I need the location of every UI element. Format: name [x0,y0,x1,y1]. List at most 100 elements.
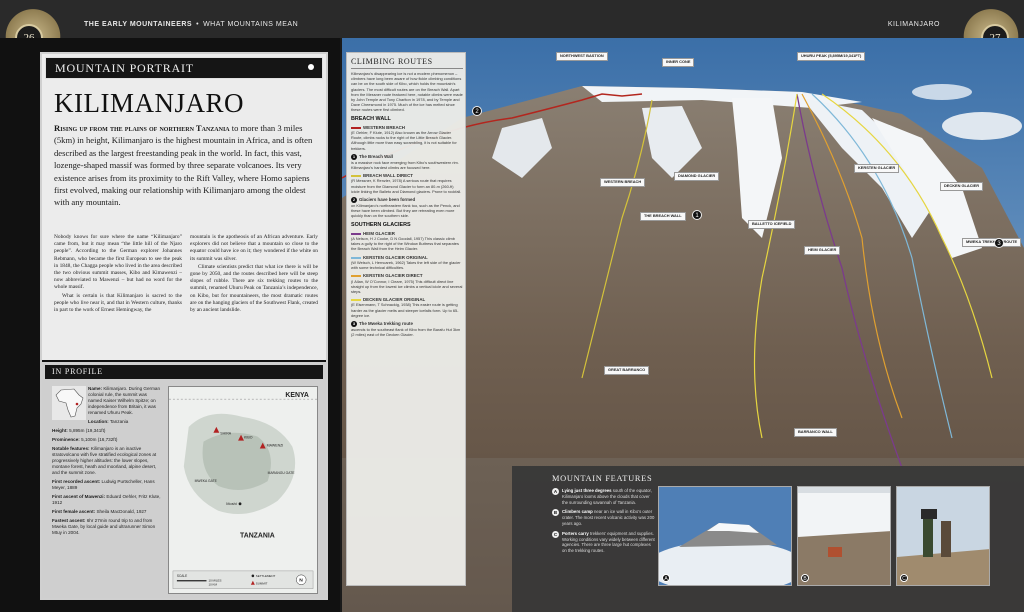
route-desc: (A Nelson, H J Cooke, D N Goodall, 1957)… [351,236,459,252]
feature-item: C Porters carry trekkers’ equipment and s… [552,530,655,554]
map-scale-label: SCALE [177,574,187,578]
routes-intro: Kilimanjaro’s disappearing ice is not a … [351,71,463,113]
map-place-label: MARANGU GATE [268,471,296,475]
profile-fact: Name: Kilimanjaro. During German colonia… [88,386,161,415]
photo-label: GREAT BARRANCO [604,366,650,375]
running-header-left: THE EARLY MOUNTAINEERS • WHAT MOUNTAINS ME… [84,21,298,28]
photo-label: BALLETTO ICEFIELD [748,220,796,229]
body-paragraph: Nobody knows for sure where the name “Ki… [54,234,182,291]
profile-fact: First ascent of Mawenzi: Eduard Oehler, … [52,494,161,505]
mountain-features-panel: MOUNTAIN FEATURES A Lying just three degr… [512,466,1024,612]
feature-letter-badge: C [900,574,908,582]
map-place-label: MAWENZI [267,444,284,448]
portrait-bar: MOUNTAIN PORTRAIT [45,57,323,79]
north-label: N [299,578,303,584]
feature-photo-a: A [658,486,792,586]
photo-label: WESTERN BREACH [600,178,646,187]
photo-label: INNER CONE [662,58,695,67]
route-color-swatch [351,298,361,301]
route-group-heading: BREACH WALL [351,115,391,122]
feature-item: A Lying just three degrees south of the e… [552,488,652,505]
feature-photo-c: C [896,486,990,586]
profile-fact: Prominence: 5,100m (16,732ft) [52,437,118,442]
route-marker-icon: 1 [692,210,702,220]
climbing-routes-title: CLIMBING ROUTES [351,57,463,69]
route-color-swatch [351,175,361,178]
route-color-swatch [351,232,361,235]
feature-letter-badge: B [801,574,809,582]
profile-fact: Height: 5,895m (19,341ft) [52,428,106,433]
climbing-routes-panel: CLIMBING ROUTES Kilimanjaro’s disappeari… [346,52,466,586]
route-color-swatch [351,126,361,129]
lead-text: to more than 3 miles (5km) in height, Ki… [54,123,313,208]
photo-label: MWEKA TREKKING ROUTE [962,238,1022,247]
location-map: KENYA TANZANIA SHIRA KIBO MAWENZI MWEKA … [168,386,318,594]
photo-label: UHURU PEAK (5,895M/19,341FT) [797,52,866,61]
body-paragraph: What is certain is that Kilimanjaro is s… [54,292,182,314]
map-place-label: SHIRA [220,432,231,436]
profile-facts: Name: Kilimanjaro. During German colonia… [52,386,162,539]
profile-fact: Location: Tanzania [88,419,129,424]
body-column-1: Nobody knows for sure where the name “Ki… [54,234,182,315]
legend-summit: SUMMIT [256,582,268,586]
route-color-swatch [351,256,361,259]
photo-label: DECKEN GLACIER [940,182,984,191]
section-title: THE EARLY MOUNTAINEERS [84,21,193,28]
subsection-title: WHAT MOUNTAINS MEAN [203,21,299,28]
legend-settlement: SETTLEMENT [256,574,276,578]
photo-label: BARRANCO WALL [794,428,837,437]
photo-label: THE BREACH WALL [640,212,686,221]
feature-photo-b: B [797,486,891,586]
route-desc: (R Messner, K Renzler, 1978) A serious r… [351,178,462,194]
map-scale-km: 10 KM [208,583,217,587]
map-place-label: MWEKA GATE [195,479,218,483]
route-desc: (E Oehler, F Klute, 1912) Also known as … [351,130,457,151]
settlement-legend-icon [251,574,255,578]
photo-label: HEIM GLACIER [804,246,841,255]
route-desc: on Kilimanjaro’s northeastern flank too,… [351,203,460,219]
article-title: KILIMANJARO [54,88,244,118]
in-profile-panel: IN PROFILE Name: Kilimanjaro. During Ger… [42,360,326,598]
in-profile-bar: IN PROFILE [45,365,323,379]
profile-fact: First female ascent: Sheila MacDonald, 1… [52,509,147,514]
map-place-label: KIBO [244,436,253,440]
map-country-label: TANZANIA [240,532,275,539]
settlement-marker-icon [238,502,242,506]
lead-paragraph: Rising up from the plains of northern Ta… [54,122,318,209]
mountain-portrait-panel: MOUNTAIN PORTRAIT KILIMANJARO Rising up … [40,52,328,600]
running-header-right: KILIMANJARO [887,21,940,28]
route-desc: (E Eisenmann, T Schnackig, 1938) This ea… [351,302,459,318]
route-marker-icon: 2 [472,106,482,116]
route-group-heading: SOUTHERN GLACIERS [351,221,411,228]
photo-label: DIAMOND GLACIER [674,172,720,181]
portrait-bar-label: MOUNTAIN PORTRAIT [55,61,194,75]
route-marker-icon: 3 [994,238,1004,248]
body-column-2: mountain is the apotheosis of an African… [190,234,318,315]
right-page: NORTHWEST BASTION INNER CONE UHURU PEAK … [342,38,1024,612]
route-desc: ascends to the southeast flank of Kibo f… [351,326,461,338]
feature-letter-badge: A [552,488,559,495]
left-page: MOUNTAIN PORTRAIT KILIMANJARO Rising up … [0,38,340,612]
route-color-swatch [351,275,361,278]
route-desc: is a massive rock face emerging from Kib… [351,159,459,171]
feature-item: B Climbers camp near an ice wall in Kibo’… [552,509,655,526]
profile-fact: Notable features: Kilimanjaro is an inac… [52,446,157,475]
photo-label: KERSTEN GLACIER [854,164,900,173]
feature-letter-badge: A [662,574,670,582]
map-town-label: Moshi [226,501,237,506]
map-country-label: KENYA [285,392,309,399]
body-paragraph: Climate scientists predict that what ice… [190,263,318,314]
bullet-separator: • [196,21,200,28]
photo-label: NORTHWEST BASTION [556,52,608,61]
climbing-routes-text: Kilimanjaro’s disappearing ice is not a … [351,71,463,338]
mountain-features-title: MOUNTAIN FEATURES [552,474,653,483]
lead-smallcaps: Rising up from the plains of northern Ta… [54,123,230,133]
bullet-dot-icon [308,64,314,70]
mountain-features-list: A Lying just three degrees south of the e… [552,488,656,558]
profile-fact: First recorded ascent: Ludwig Purtschell… [52,479,155,490]
body-paragraph: mountain is the apotheosis of an African… [190,234,318,262]
page-header: 26 27 THE EARLY MOUNTAINEERS•WHAT MOUNTA… [0,0,1024,52]
route-desc: (I Allan, W O’Connor, I Cleare, 1975) Th… [351,278,463,294]
feature-letter-badge: B [552,509,559,517]
route-desc: (W Welsch, L Herncarek, 1962) Takes the … [351,259,461,271]
